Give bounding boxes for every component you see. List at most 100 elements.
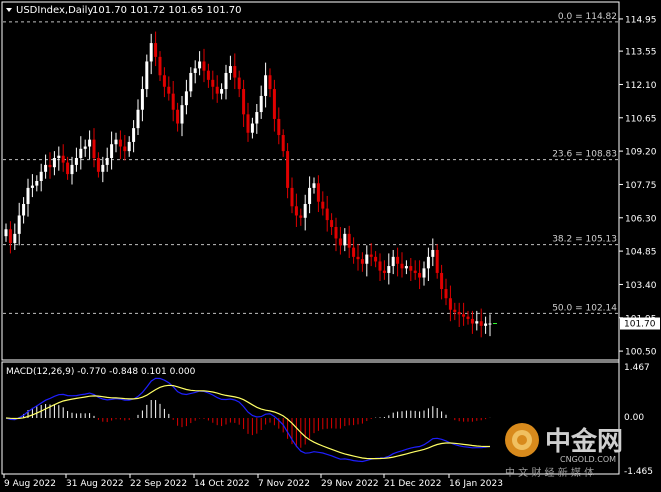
candle-body bbox=[22, 203, 26, 216]
candle-body bbox=[136, 109, 140, 129]
macd-tick-label: 1.467 bbox=[624, 363, 650, 373]
candle-body bbox=[145, 61, 149, 90]
cngold-watermark: 中金网 CNGOLD.COM 中 文 财 经 新 媒 体 bbox=[505, 423, 623, 479]
macd-indicator bbox=[5, 377, 491, 463]
candle-body bbox=[184, 91, 188, 106]
candle-body bbox=[466, 316, 470, 319]
candle-body bbox=[4, 229, 8, 237]
candle-body bbox=[343, 233, 347, 246]
candle-body bbox=[387, 266, 391, 273]
candle-body bbox=[206, 70, 210, 80]
candle-body bbox=[356, 256, 360, 260]
candle-body bbox=[193, 68, 197, 73]
candle-body bbox=[237, 77, 241, 90]
candle-body bbox=[444, 289, 448, 299]
candle-body bbox=[158, 56, 162, 76]
candle-body bbox=[52, 158, 56, 168]
price-tick-label: 100.50 bbox=[625, 348, 657, 358]
candle-body bbox=[215, 86, 219, 94]
price-tick-label: 114.95 bbox=[625, 15, 657, 25]
candle-body bbox=[30, 185, 34, 188]
candle-body bbox=[149, 43, 153, 62]
candle-body bbox=[132, 128, 136, 142]
candle-body bbox=[404, 266, 408, 269]
candle-body bbox=[316, 183, 320, 202]
trading-chart[interactable]: USDIndex,Daily 101.70 101.72 101.65 101.… bbox=[0, 0, 661, 492]
time-tick-label: 16 Jan 2023 bbox=[449, 479, 503, 489]
candle-body bbox=[470, 318, 474, 324]
candle-body bbox=[330, 220, 334, 227]
candle-body bbox=[281, 135, 285, 152]
candle-body bbox=[259, 95, 263, 113]
candle-body bbox=[400, 263, 404, 269]
price-panel-frame bbox=[1, 1, 620, 361]
symbol-label: USDIndex,Daily bbox=[16, 5, 93, 16]
candle-body bbox=[13, 233, 17, 244]
candle-body bbox=[83, 146, 87, 149]
candle-body bbox=[202, 61, 206, 71]
candle-body bbox=[334, 226, 338, 239]
candle-body bbox=[426, 256, 430, 269]
candle-body bbox=[453, 309, 457, 313]
macd-axis: 1.467 0.00 -1.465 bbox=[624, 363, 653, 477]
fib-level-label: 38.2 = 105.13 bbox=[552, 235, 617, 245]
candles bbox=[4, 31, 497, 338]
watermark-brand: 中金网 bbox=[545, 426, 623, 457]
macd-panel-frame bbox=[1, 361, 620, 475]
candle-body bbox=[211, 79, 215, 87]
price-tick-label: 104.85 bbox=[625, 248, 657, 258]
watermark-tagline: 中 文 财 经 新 媒 体 bbox=[505, 466, 594, 479]
candle-body bbox=[462, 314, 466, 317]
candle-body bbox=[475, 321, 479, 324]
candle-body bbox=[176, 109, 180, 124]
candle-body bbox=[8, 229, 12, 244]
macd-tick-label: -1.465 bbox=[624, 467, 653, 477]
candle-body bbox=[352, 247, 356, 257]
fib-level-label: 50.0 = 102.14 bbox=[552, 303, 617, 313]
candle-body bbox=[26, 187, 30, 204]
candle-body bbox=[61, 155, 65, 163]
candle-body bbox=[347, 233, 351, 248]
candle-body bbox=[396, 256, 400, 264]
time-tick-label: 22 Sep 2022 bbox=[130, 479, 187, 489]
candle-body bbox=[484, 323, 488, 326]
collapse-triangle-icon[interactable] bbox=[6, 8, 12, 12]
candle-body bbox=[382, 270, 386, 273]
candle-body bbox=[105, 158, 109, 165]
candle-body bbox=[290, 187, 294, 207]
watermark-url: CNGOLD.COM bbox=[560, 455, 616, 464]
candle-body bbox=[233, 66, 237, 78]
candle-body bbox=[391, 256, 395, 267]
candle-body bbox=[189, 72, 193, 92]
time-tick-label: 21 Dec 2022 bbox=[384, 479, 442, 489]
candle-body bbox=[308, 187, 312, 204]
candle-body bbox=[101, 164, 105, 172]
candle-body bbox=[66, 162, 70, 175]
price-axis: 114.95 113.55 112.10 110.65 109.20 107.75 106.… bbox=[619, 15, 657, 358]
candle-body bbox=[374, 256, 378, 262]
macd-label: MACD(12,26,9) -0.770 -0.848 0.101 0.000 bbox=[6, 367, 196, 377]
time-tick-label: 31 Aug 2022 bbox=[66, 479, 124, 489]
candle-body bbox=[17, 215, 21, 234]
candle-body bbox=[171, 93, 175, 110]
candle-body bbox=[488, 323, 492, 325]
candle-body bbox=[140, 89, 144, 110]
candle-body bbox=[457, 312, 461, 315]
candle-body bbox=[369, 254, 373, 257]
candle-body bbox=[268, 75, 272, 90]
candle-body bbox=[224, 72, 228, 90]
candle-body bbox=[228, 66, 232, 73]
candle-body bbox=[198, 61, 202, 69]
time-tick-label: 29 Nov 2022 bbox=[321, 479, 379, 489]
candle-body bbox=[74, 158, 78, 165]
time-axis: 9 Aug 2022 31 Aug 2022 22 Sep 2022 14 Oct 2… bbox=[3, 474, 503, 489]
candle-body bbox=[220, 89, 224, 94]
candle-body bbox=[264, 75, 268, 96]
candle-body bbox=[294, 206, 298, 216]
price-tick-label: 109.20 bbox=[625, 148, 657, 158]
candle-body bbox=[44, 164, 48, 172]
candle-body bbox=[180, 105, 184, 124]
candle-body bbox=[303, 203, 307, 218]
price-tick-label: 103.40 bbox=[625, 281, 657, 291]
candle-body bbox=[435, 249, 439, 273]
